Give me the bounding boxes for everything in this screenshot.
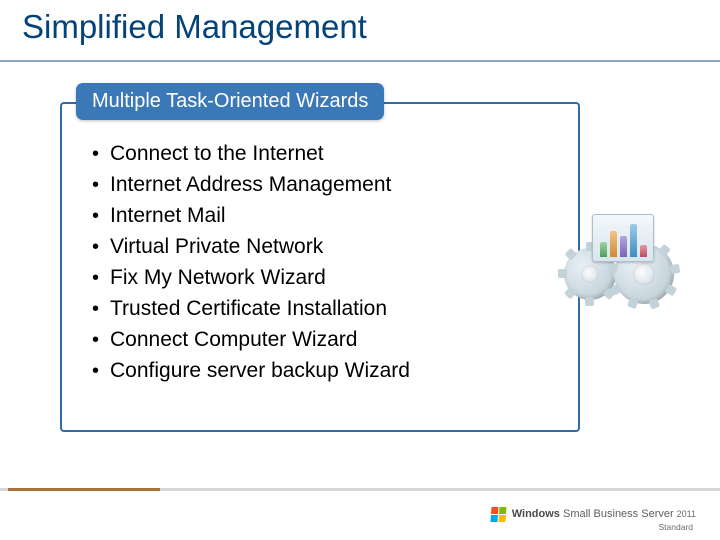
list-item: •Internet Mail — [92, 202, 410, 230]
bullet-icon: • — [92, 172, 110, 199]
list-item: •Configure server backup Wizard — [92, 357, 410, 385]
bullet-icon: • — [92, 141, 110, 168]
content-panel: Multiple Task-Oriented Wizards •Connect … — [60, 102, 580, 432]
brand-text: Windows Small Business Server — [512, 508, 674, 520]
windows-flag-icon — [489, 506, 506, 522]
bullet-text: Internet Address Management — [110, 171, 391, 198]
panel-header: Multiple Task-Oriented Wizards — [76, 83, 384, 120]
bullet-icon: • — [92, 203, 110, 230]
bullet-text: Fix My Network Wizard — [110, 264, 326, 291]
bullet-text: Configure server backup Wizard — [110, 357, 410, 384]
bullet-text: Trusted Certificate Installation — [110, 295, 387, 322]
list-item: •Connect Computer Wizard — [92, 326, 410, 354]
list-item: •Virtual Private Network — [92, 233, 410, 261]
footer-divider — [0, 488, 720, 491]
brand-year: 2011 — [677, 509, 696, 519]
brand-subtitle: Standard — [659, 522, 694, 532]
bullet-icon: • — [92, 234, 110, 261]
product-brand: Windows Small Business Server 2011 — [490, 506, 696, 522]
list-item: •Connect to the Internet — [92, 140, 410, 168]
bullet-icon: • — [92, 327, 110, 354]
gears-chart-icon — [562, 214, 674, 306]
title-underline — [0, 60, 720, 62]
bullet-text: Virtual Private Network — [110, 233, 323, 260]
panel-header-text: Multiple Task-Oriented Wizards — [92, 90, 368, 112]
brand-suffix: Small Business Server — [563, 508, 674, 520]
bullet-icon: • — [92, 265, 110, 292]
list-item: •Internet Address Management — [92, 171, 410, 199]
slide: Simplified Management Multiple Task-Orie… — [0, 0, 720, 540]
bullet-icon: • — [92, 358, 110, 385]
bullet-icon: • — [92, 296, 110, 323]
bullet-text: Internet Mail — [110, 202, 226, 229]
list-item: •Trusted Certificate Installation — [92, 295, 410, 323]
bullet-text: Connect Computer Wizard — [110, 326, 357, 353]
slide-title: Simplified Management — [22, 8, 367, 46]
bullet-list: •Connect to the Internet •Internet Addre… — [92, 140, 410, 388]
list-item: •Fix My Network Wizard — [92, 264, 410, 292]
brand-prefix: Windows — [512, 508, 560, 520]
bar-chart-icon — [592, 214, 654, 262]
bullet-text: Connect to the Internet — [110, 140, 324, 167]
